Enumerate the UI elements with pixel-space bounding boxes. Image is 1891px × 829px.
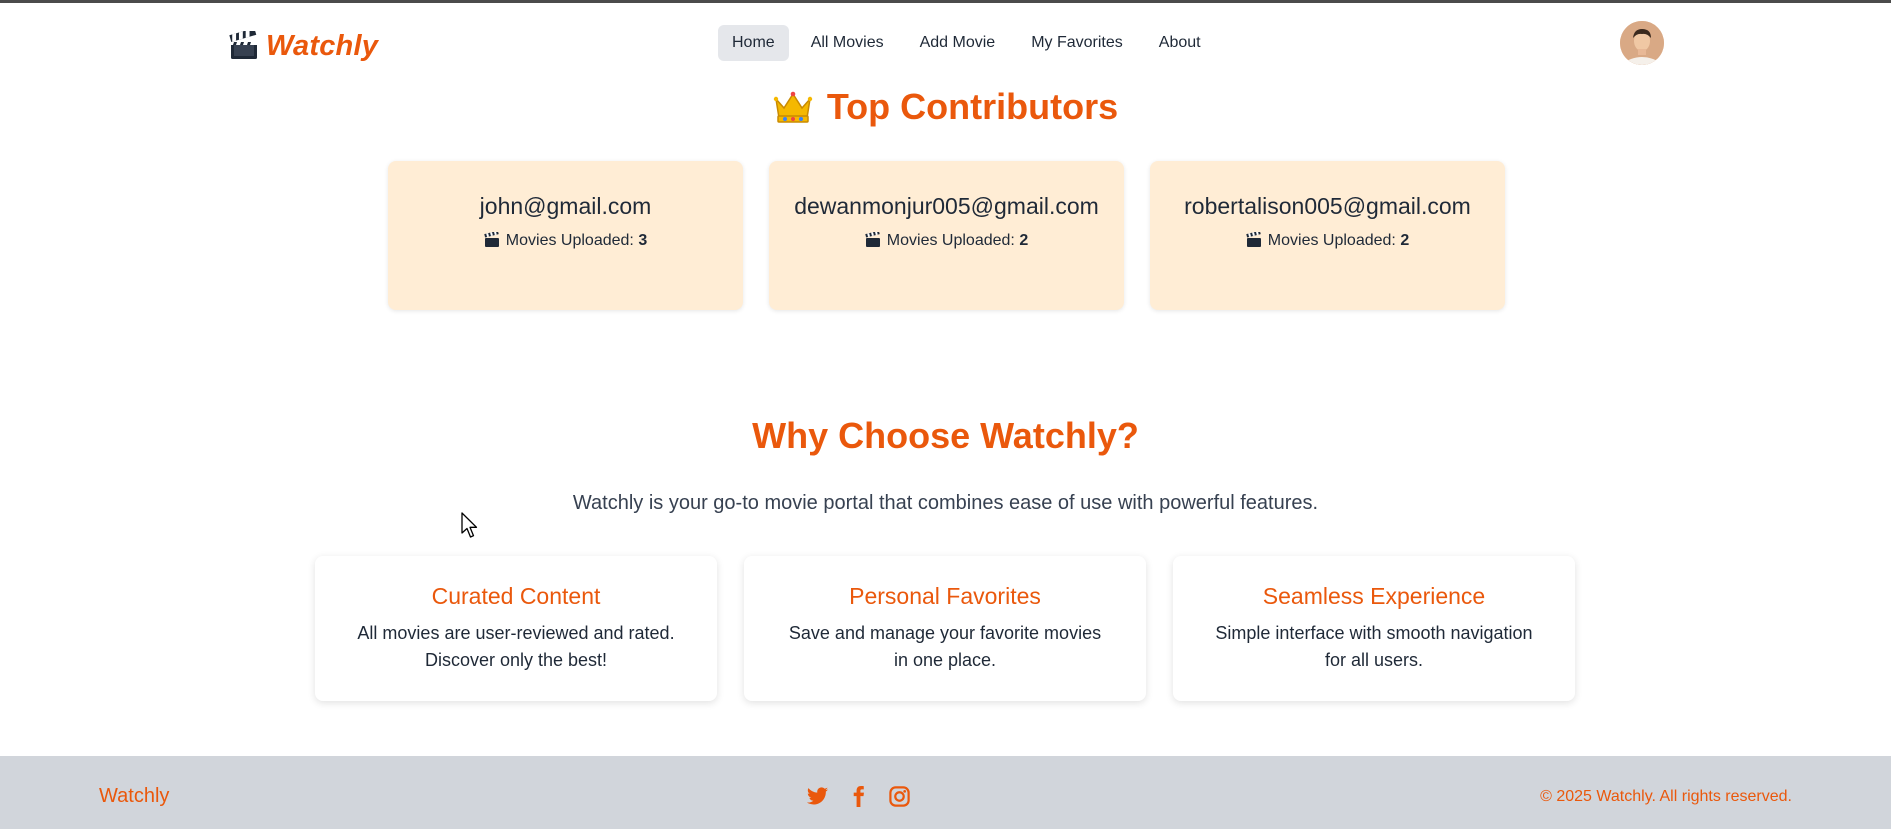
feature-title: Personal Favorites — [849, 583, 1041, 609]
top-contributors-heading: Top Contributors — [0, 84, 1891, 130]
footer: Watchly © 2025 Watchly. All rights reser… — [0, 756, 1891, 829]
count-value: 2 — [1400, 232, 1410, 249]
nav-item-my-favorites[interactable]: My Favorites — [1017, 25, 1137, 61]
contributor-upload-count: Movies Uploaded: 3 — [388, 230, 743, 255]
contributor-email: robertalison005@gmail.com — [1184, 193, 1471, 219]
brand-name: Watchly — [266, 29, 379, 62]
feature-title: Curated Content — [431, 583, 601, 609]
nav-item-about[interactable]: About — [1145, 25, 1215, 61]
facebook-icon[interactable] — [847, 785, 870, 808]
top-contributors-title: Top Contributors — [826, 86, 1119, 127]
why-choose-heading: Why Choose Watchly? — [752, 415, 1139, 456]
navbar: Watchly Home All Movies Add Movie My Fav… — [0, 3, 1891, 83]
why-choose-subtitle: Watchly is your go-to movie portal that … — [572, 492, 1319, 514]
feature-title: Seamless Experience — [1262, 583, 1486, 609]
count-value: 3 — [638, 232, 648, 249]
social-links — [806, 785, 911, 808]
contributor-email: john@gmail.com — [479, 193, 652, 219]
feature-description: Save and manage your favorite movies in … — [788, 623, 1102, 670]
contributor-card: john@gmail.com Movies Uploaded: 3 — [388, 161, 743, 310]
feature-card: Personal Favorites Save and manage your … — [744, 556, 1146, 701]
mouse-cursor — [461, 512, 481, 545]
count-value: 2 — [1019, 232, 1029, 249]
clapperboard-icon — [1246, 230, 1262, 255]
crown-icon — [773, 89, 813, 135]
copyright-text: © 2025 Watchly. All rights reserved. — [1540, 788, 1792, 805]
twitter-icon[interactable] — [806, 785, 829, 808]
count-label: Movies Uploaded: — [505, 232, 634, 249]
clapperboard-icon — [228, 31, 260, 61]
user-avatar[interactable] — [1620, 21, 1664, 65]
contributor-upload-count: Movies Uploaded: 2 — [1150, 230, 1505, 255]
contributor-email: dewanmonjur005@gmail.com — [794, 193, 1099, 219]
nav-item-add-movie[interactable]: Add Movie — [906, 25, 1010, 61]
nav-item-all-movies[interactable]: All Movies — [797, 25, 898, 61]
nav-item-home[interactable]: Home — [718, 25, 789, 61]
feature-description: All movies are user-reviewed and rated. … — [357, 623, 675, 670]
clapperboard-icon — [484, 230, 500, 255]
main-nav: Home All Movies Add Movie My Favorites A… — [718, 25, 1215, 61]
contributor-card: robertalison005@gmail.com Movies Uploade… — [1150, 161, 1505, 310]
feature-card: Seamless Experience Simple interface wit… — [1173, 556, 1575, 701]
contributor-upload-count: Movies Uploaded: 2 — [769, 230, 1124, 255]
footer-brand[interactable]: Watchly — [99, 785, 169, 808]
count-label: Movies Uploaded: — [1267, 232, 1396, 249]
feature-description: Simple interface with smooth navigation … — [1215, 623, 1533, 670]
feature-card: Curated Content All movies are user-revi… — [315, 556, 717, 701]
clapperboard-icon — [865, 230, 881, 255]
count-label: Movies Uploaded: — [886, 232, 1015, 249]
contributor-card: dewanmonjur005@gmail.com Movies Uploaded… — [769, 161, 1124, 310]
brand-logo[interactable]: Watchly — [228, 28, 378, 64]
instagram-icon[interactable] — [888, 785, 911, 808]
